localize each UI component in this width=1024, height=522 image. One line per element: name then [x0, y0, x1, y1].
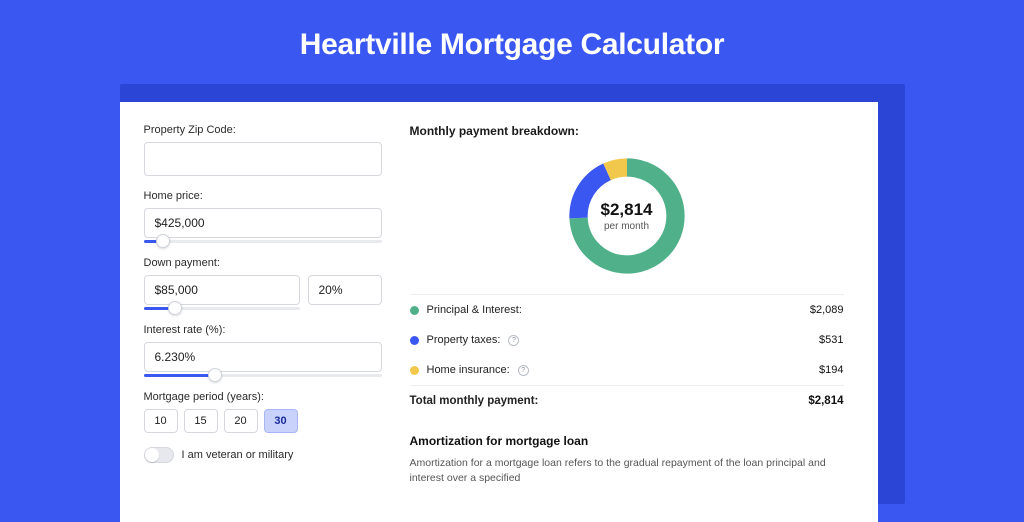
- breakdown-label: Home insurance:: [427, 364, 510, 376]
- amort-title: Amortization for mortgage loan: [410, 434, 844, 448]
- breakdown-label: Property taxes:: [427, 334, 501, 346]
- page-title: Heartville Mortgage Calculator: [0, 0, 1024, 84]
- slider-thumb[interactable]: [168, 301, 182, 315]
- slider-thumb[interactable]: [156, 234, 170, 248]
- breakdown-row-total: Total monthly payment: $2,814: [410, 385, 844, 416]
- home-price-slider[interactable]: [144, 240, 382, 243]
- zip-field: Property Zip Code:: [144, 124, 382, 176]
- down-payment-field: Down payment:: [144, 257, 382, 310]
- interest-rate-field: Interest rate (%):: [144, 324, 382, 377]
- breakdown-column: Monthly payment breakdown: $2,814 per mo…: [410, 124, 844, 522]
- breakdown-label: Principal & Interest:: [427, 304, 522, 316]
- interest-rate-input[interactable]: [144, 342, 382, 372]
- form-column: Property Zip Code: Home price: Down paym…: [144, 124, 382, 522]
- dot-icon: [410, 366, 419, 375]
- down-payment-pct-input[interactable]: [308, 275, 382, 305]
- dot-icon: [410, 336, 419, 345]
- veteran-row: I am veteran or military: [144, 447, 382, 463]
- breakdown-value: $194: [819, 364, 843, 376]
- veteran-label: I am veteran or military: [182, 449, 294, 461]
- interest-rate-label: Interest rate (%):: [144, 324, 382, 336]
- amort-text: Amortization for a mortgage loan refers …: [410, 456, 844, 485]
- down-payment-input[interactable]: [144, 275, 300, 305]
- home-price-field: Home price:: [144, 190, 382, 243]
- period-20[interactable]: 20: [224, 409, 258, 433]
- info-icon[interactable]: ?: [518, 365, 529, 376]
- period-10[interactable]: 10: [144, 409, 178, 433]
- donut-center: $2,814 per month: [563, 152, 691, 280]
- breakdown-value: $2,089: [810, 304, 844, 316]
- interest-rate-slider[interactable]: [144, 374, 382, 377]
- zip-label: Property Zip Code:: [144, 124, 382, 136]
- breakdown-title: Monthly payment breakdown:: [410, 124, 844, 138]
- down-payment-slider[interactable]: [144, 307, 300, 310]
- donut-amount: $2,814: [601, 200, 653, 220]
- breakdown-total-value: $2,814: [808, 395, 843, 407]
- breakdown-row-insurance: Home insurance: ? $194: [410, 355, 844, 385]
- period-options: 10 15 20 30: [144, 409, 382, 433]
- breakdown-value: $531: [819, 334, 843, 346]
- donut-chart: $2,814 per month: [563, 152, 691, 280]
- dot-icon: [410, 306, 419, 315]
- veteran-toggle[interactable]: [144, 447, 174, 463]
- breakdown-total-label: Total monthly payment:: [410, 395, 539, 407]
- breakdown-row-principal: Principal & Interest: $2,089: [410, 295, 844, 325]
- toggle-knob: [145, 448, 159, 462]
- slider-thumb[interactable]: [208, 368, 222, 382]
- period-label: Mortgage period (years):: [144, 391, 382, 403]
- calculator-card: Property Zip Code: Home price: Down paym…: [120, 102, 878, 522]
- down-payment-label: Down payment:: [144, 257, 382, 269]
- donut-sub: per month: [604, 221, 649, 232]
- period-field: Mortgage period (years): 10 15 20 30: [144, 391, 382, 433]
- breakdown-row-taxes: Property taxes: ? $531: [410, 325, 844, 355]
- donut-chart-wrap: $2,814 per month: [410, 148, 844, 294]
- home-price-label: Home price:: [144, 190, 382, 202]
- period-30[interactable]: 30: [264, 409, 298, 433]
- info-icon[interactable]: ?: [508, 335, 519, 346]
- zip-input[interactable]: [144, 142, 382, 176]
- breakdown-table: Principal & Interest: $2,089 Property ta…: [410, 294, 844, 416]
- home-price-input[interactable]: [144, 208, 382, 238]
- card-shadow: Property Zip Code: Home price: Down paym…: [120, 84, 905, 504]
- period-15[interactable]: 15: [184, 409, 218, 433]
